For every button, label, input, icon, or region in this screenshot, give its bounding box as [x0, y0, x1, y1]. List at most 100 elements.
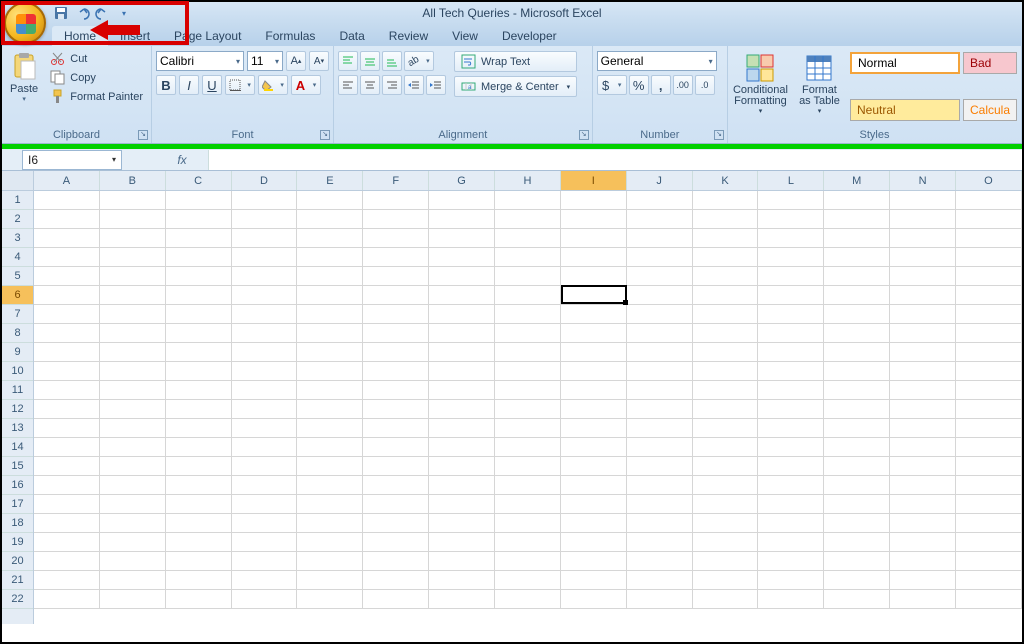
cell-F5[interactable]: [363, 267, 429, 286]
cell-I18[interactable]: [561, 514, 627, 533]
align-left-button[interactable]: [338, 75, 358, 95]
cell-O3[interactable]: [956, 229, 1022, 248]
grow-font-button[interactable]: A▴: [286, 51, 306, 71]
cell-L12[interactable]: [758, 400, 824, 419]
cell-J16[interactable]: [627, 476, 693, 495]
cell-N5[interactable]: [890, 267, 956, 286]
cell-I7[interactable]: [561, 305, 627, 324]
cell-O13[interactable]: [956, 419, 1022, 438]
cell-M10[interactable]: [824, 362, 890, 381]
cell-N18[interactable]: [890, 514, 956, 533]
cell-L19[interactable]: [758, 533, 824, 552]
cell-A2[interactable]: [34, 210, 100, 229]
cell-O18[interactable]: [956, 514, 1022, 533]
cell-F14[interactable]: [363, 438, 429, 457]
cell-D20[interactable]: [232, 552, 298, 571]
cell-K20[interactable]: [693, 552, 759, 571]
cell-J20[interactable]: [627, 552, 693, 571]
cell-H16[interactable]: [495, 476, 561, 495]
cell-E21[interactable]: [297, 571, 363, 590]
col-header-B[interactable]: B: [100, 171, 166, 190]
cell-L10[interactable]: [758, 362, 824, 381]
cell-K4[interactable]: [693, 248, 759, 267]
col-header-M[interactable]: M: [824, 171, 890, 190]
cell-O11[interactable]: [956, 381, 1022, 400]
cell-O6[interactable]: [956, 286, 1022, 305]
col-header-I[interactable]: I: [561, 171, 627, 190]
cell-F13[interactable]: [363, 419, 429, 438]
cell-O22[interactable]: [956, 590, 1022, 609]
row-header-22[interactable]: 22: [2, 590, 33, 609]
cell-C3[interactable]: [166, 229, 232, 248]
tab-view[interactable]: View: [440, 26, 490, 46]
name-box[interactable]: I6▾: [22, 150, 122, 170]
cell-H7[interactable]: [495, 305, 561, 324]
col-header-A[interactable]: A: [34, 171, 100, 190]
cell-H17[interactable]: [495, 495, 561, 514]
cell-K7[interactable]: [693, 305, 759, 324]
cell-D12[interactable]: [232, 400, 298, 419]
col-header-O[interactable]: O: [956, 171, 1022, 190]
cell-F1[interactable]: [363, 191, 429, 210]
cell-M17[interactable]: [824, 495, 890, 514]
borders-button[interactable]: ▾: [225, 75, 255, 95]
cell-I12[interactable]: [561, 400, 627, 419]
cell-L17[interactable]: [758, 495, 824, 514]
cell-F9[interactable]: [363, 343, 429, 362]
cut-button[interactable]: Cut: [46, 50, 147, 67]
cell-G20[interactable]: [429, 552, 495, 571]
cell-F21[interactable]: [363, 571, 429, 590]
cell-I1[interactable]: [561, 191, 627, 210]
cell-G19[interactable]: [429, 533, 495, 552]
row-header-18[interactable]: 18: [2, 514, 33, 533]
cell-O2[interactable]: [956, 210, 1022, 229]
cell-C1[interactable]: [166, 191, 232, 210]
cell-G13[interactable]: [429, 419, 495, 438]
cell-E7[interactable]: [297, 305, 363, 324]
cell-A3[interactable]: [34, 229, 100, 248]
row-header-10[interactable]: 10: [2, 362, 33, 381]
cell-G18[interactable]: [429, 514, 495, 533]
cell-N17[interactable]: [890, 495, 956, 514]
cell-A1[interactable]: [34, 191, 100, 210]
cell-L15[interactable]: [758, 457, 824, 476]
cell-D6[interactable]: [232, 286, 298, 305]
cell-D18[interactable]: [232, 514, 298, 533]
cell-O8[interactable]: [956, 324, 1022, 343]
cell-B9[interactable]: [100, 343, 166, 362]
cell-D11[interactable]: [232, 381, 298, 400]
cell-B12[interactable]: [100, 400, 166, 419]
cell-J10[interactable]: [627, 362, 693, 381]
row-header-12[interactable]: 12: [2, 400, 33, 419]
copy-button[interactable]: Copy: [46, 69, 147, 86]
cell-L21[interactable]: [758, 571, 824, 590]
fill-color-button[interactable]: ▾: [258, 75, 288, 95]
cell-L3[interactable]: [758, 229, 824, 248]
cell-F16[interactable]: [363, 476, 429, 495]
cell-I20[interactable]: [561, 552, 627, 571]
cell-N7[interactable]: [890, 305, 956, 324]
cell-G2[interactable]: [429, 210, 495, 229]
cell-I22[interactable]: [561, 590, 627, 609]
col-header-F[interactable]: F: [363, 171, 429, 190]
cell-J14[interactable]: [627, 438, 693, 457]
row-header-4[interactable]: 4: [2, 248, 33, 267]
cell-B17[interactable]: [100, 495, 166, 514]
cell-F6[interactable]: [363, 286, 429, 305]
cell-E18[interactable]: [297, 514, 363, 533]
cell-A18[interactable]: [34, 514, 100, 533]
cell-style-neutral[interactable]: Neutral: [850, 99, 960, 121]
percent-button[interactable]: %: [629, 75, 649, 95]
cell-N9[interactable]: [890, 343, 956, 362]
cell-K10[interactable]: [693, 362, 759, 381]
col-header-H[interactable]: H: [495, 171, 561, 190]
col-header-G[interactable]: G: [429, 171, 495, 190]
cell-H20[interactable]: [495, 552, 561, 571]
cell-I9[interactable]: [561, 343, 627, 362]
cell-I2[interactable]: [561, 210, 627, 229]
cell-J3[interactable]: [627, 229, 693, 248]
cell-B8[interactable]: [100, 324, 166, 343]
cell-D1[interactable]: [232, 191, 298, 210]
number-format-combo[interactable]: General▾: [597, 51, 717, 71]
cell-B6[interactable]: [100, 286, 166, 305]
